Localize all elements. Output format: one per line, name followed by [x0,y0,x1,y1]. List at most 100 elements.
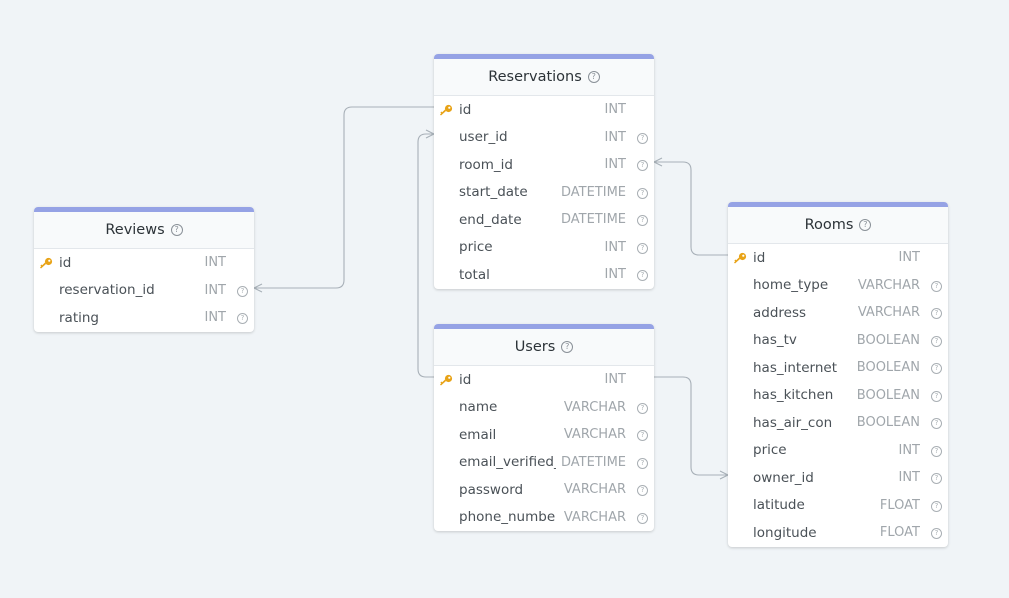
field-help-icon[interactable]: ? [931,280,942,292]
field-name: address [753,304,807,321]
relation-line-reservations-rooms [654,161,728,256]
field-help-icon[interactable]: ? [931,473,942,484]
field-help-icon[interactable]: ? [931,363,942,374]
primary-key-icon [39,257,53,269]
field-help-icon[interactable]: ? [931,500,942,512]
field-type: INT [604,102,627,118]
help-icon[interactable]: ? [859,219,872,231]
field-row-rating[interactable]: rating INT? [34,304,254,332]
field-type: FLOAT [879,497,920,513]
field-help-icon[interactable]: ? [931,418,942,429]
relation-line-reviews-reservations [254,106,434,289]
field-name: id [459,371,472,388]
relation-line-users-reservations [417,133,434,378]
crowfoot-rooms-owner-id [719,470,730,480]
table-reviews[interactable]: Reviews? id INT reservation_id INT? rating INT… [34,207,254,332]
field-help-icon[interactable]: ? [931,335,942,347]
field-type: BOOLEAN [856,415,920,431]
field-row-user-id[interactable]: user_id INT? [434,124,654,152]
table-rooms[interactable]: Rooms? id INT home_type VARCHAR? address VARCH… [728,202,948,547]
field-row-name[interactable]: name VARCHAR? [434,394,654,422]
field-help-icon[interactable]: ? [637,430,648,441]
field-name: price [753,442,787,459]
field-row-latitude[interactable]: latitude FLOAT? [728,492,948,520]
field-name: email_verified_at [459,454,556,471]
table-title: Reservations [488,69,582,85]
field-name: reservation_id [59,282,155,299]
field-row-email[interactable]: email VARCHAR? [434,421,654,449]
table-reservations[interactable]: Reservations? id INT user_id INT? room_id INT?… [434,54,654,289]
field-name: has_tv [753,332,797,349]
field-row-room-id[interactable]: room_id INT? [434,151,654,179]
field-help-icon[interactable]: ? [237,285,248,297]
field-help-icon[interactable]: ? [237,313,248,324]
field-name: phone_number [459,509,556,526]
primary-key-icon [439,374,453,386]
field-help-icon[interactable]: ? [931,390,942,402]
field-row-email-verified-at[interactable]: email_verified_atDATETIME? [434,449,654,477]
field-help-icon[interactable]: ? [637,485,648,496]
field-row-id[interactable]: id INT [728,244,948,272]
field-help-icon[interactable]: ? [637,160,648,171]
field-row-id[interactable]: id INT [34,249,254,277]
crowfoot-reservations-user-id [425,129,436,139]
field-row-home-type[interactable]: home_type VARCHAR? [728,272,948,300]
field-help-icon[interactable]: ? [637,187,648,199]
field-row-end-date[interactable]: end_date DATETIME? [434,206,654,234]
field-row-phone-number[interactable]: phone_number VARCHAR? [434,504,654,532]
field-row-has-internet[interactable]: has_internet BOOLEAN? [728,354,948,382]
field-row-has-kitchen[interactable]: has_kitchen BOOLEAN? [728,382,948,410]
field-help-icon[interactable]: ? [637,402,648,414]
field-row-total[interactable]: total INT? [434,261,654,289]
field-type: DATETIME [560,454,626,470]
field-name: end_date [459,211,522,228]
field-row-owner-id[interactable]: owner_id INT? [728,464,948,492]
field-row-has-air-con[interactable]: has_air_con BOOLEAN? [728,409,948,437]
field-name: id [59,254,72,271]
table-header[interactable]: Reviews? [34,207,254,249]
field-name: id [753,249,766,266]
crowfoot-reservations-room-id [652,157,663,167]
field-type: INT [604,267,627,283]
field-help-icon[interactable]: ? [637,457,648,469]
field-type: INT [604,239,627,255]
field-help-icon[interactable]: ? [931,445,942,457]
field-help-icon[interactable]: ? [637,215,648,226]
field-help-icon[interactable]: ? [637,512,648,524]
table-users[interactable]: Users? id INT name VARCHAR? email VARCHAR? emai… [434,324,654,531]
help-icon[interactable]: ? [587,71,600,83]
field-row-address[interactable]: address VARCHAR? [728,299,948,327]
field-name: id [459,101,472,118]
crowfoot-reviews-reservation-id [252,283,263,293]
table-header[interactable]: Rooms? [728,202,948,244]
field-row-start-date[interactable]: start_date DATETIME? [434,179,654,207]
field-row-id[interactable]: id INT [434,366,654,394]
field-name: has_internet [753,359,837,376]
field-type: INT [604,129,627,145]
field-row-id[interactable]: id INT [434,96,654,124]
field-help-icon[interactable]: ? [637,242,648,254]
field-help-icon[interactable]: ? [637,132,648,144]
field-help-icon[interactable]: ? [637,270,648,281]
field-row-password[interactable]: password VARCHAR? [434,476,654,504]
field-help-icon[interactable]: ? [931,528,942,539]
field-row-has-tv[interactable]: has_tv BOOLEAN? [728,327,948,355]
field-type: VARCHAR [563,482,626,498]
field-name: owner_id [753,469,814,486]
field-name: room_id [459,156,513,173]
help-icon[interactable]: ? [561,341,574,353]
field-help-icon[interactable]: ? [931,308,942,319]
field-row-reservation-id[interactable]: reservation_id INT? [34,277,254,305]
field-row-price[interactable]: price INT? [728,437,948,465]
field-type: BOOLEAN [856,332,920,348]
help-icon[interactable]: ? [170,224,183,236]
field-name: latitude [753,497,805,514]
relation-line-users-rooms [654,376,728,476]
field-row-longitude[interactable]: longitude FLOAT? [728,519,948,547]
diagram-canvas[interactable]: Reviews? id INT reservation_id INT? rating INT… [0,0,1009,598]
table-header[interactable]: Users? [434,324,654,366]
field-type: INT [204,310,227,326]
field-row-price[interactable]: price INT? [434,234,654,262]
field-type: DATETIME [560,184,626,200]
table-header[interactable]: Reservations? [434,54,654,96]
